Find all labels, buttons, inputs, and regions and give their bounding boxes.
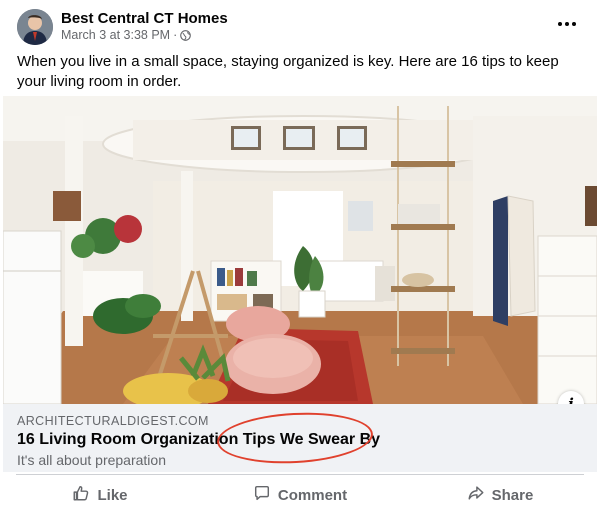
link-title[interactable]: 16 Living Room Organization Tips We Swea… xyxy=(17,431,380,449)
share-label: Share xyxy=(491,486,534,504)
link-preview-image[interactable] xyxy=(3,96,597,404)
link-preview[interactable]: ARCHITECTURALDIGEST.COM 16 Living Room O… xyxy=(3,404,597,472)
action-divider xyxy=(16,474,584,475)
like-button[interactable]: Like xyxy=(0,476,200,514)
avatar[interactable] xyxy=(17,9,53,45)
share-button[interactable]: Share xyxy=(400,476,600,514)
like-label: Like xyxy=(97,486,128,504)
globe-icon xyxy=(180,29,192,41)
meta-separator: · xyxy=(173,28,178,42)
comment-icon xyxy=(253,484,271,506)
post-text: When you live in a small space, staying … xyxy=(17,53,559,90)
comment-label: Comment xyxy=(277,486,348,504)
action-bar: Like Comment Share xyxy=(0,476,600,514)
author-name[interactable]: Best Central CT Homes xyxy=(61,10,228,27)
post-meta: March 3 at 3:38 PM · xyxy=(61,28,192,42)
ellipsis-icon[interactable] xyxy=(552,10,582,38)
post-date[interactable]: March 3 at 3:38 PM xyxy=(61,28,170,42)
link-subtitle: It's all about preparation xyxy=(17,452,166,468)
post-header: Best Central CT Homes March 3 at 3:38 PM… xyxy=(0,0,600,48)
thumbs-up-icon xyxy=(72,484,90,506)
comment-button[interactable]: Comment xyxy=(200,476,400,514)
share-arrow-icon xyxy=(467,484,485,506)
link-domain: ARCHITECTURALDIGEST.COM xyxy=(17,414,209,428)
